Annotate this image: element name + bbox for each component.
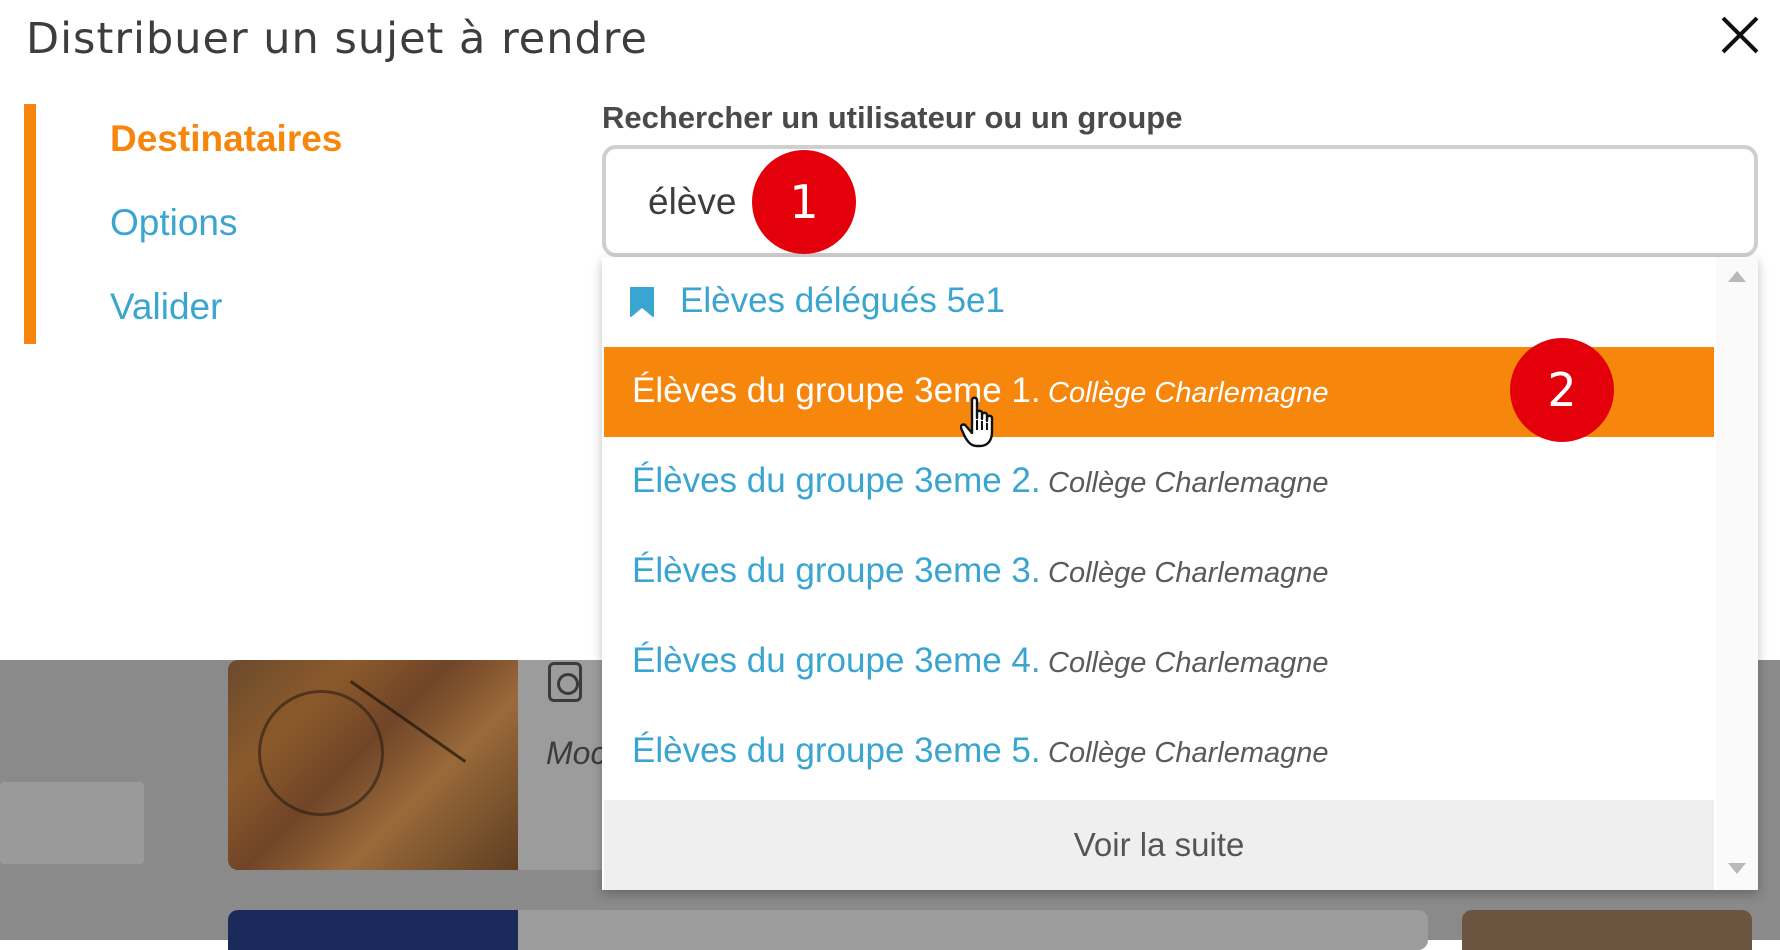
step-destinataires[interactable]: Destinataires: [110, 118, 342, 160]
scroll-down-icon[interactable]: [1728, 863, 1746, 874]
background-card-thumbnail-3: [1462, 910, 1752, 950]
background-card-text: Moc: [546, 735, 607, 771]
result-item-name: Elèves délégués 5e1: [680, 281, 1005, 320]
hand-cursor-icon: [960, 396, 994, 448]
search-input[interactable]: [646, 173, 1250, 231]
scroll-up-icon[interactable]: [1728, 271, 1746, 282]
background-card-thumbnail-2: [228, 910, 518, 950]
result-item-school: Collège Charlemagne: [1048, 467, 1329, 499]
result-item-school: Collège Charlemagne: [1048, 377, 1329, 409]
result-item-group[interactable]: Elèves délégués 5e1: [604, 257, 1714, 347]
background-sidebar-block: [0, 782, 144, 864]
result-item-school: Collège Charlemagne: [1048, 557, 1329, 589]
search-label: Rechercher un utilisateur ou un groupe: [602, 100, 1183, 135]
modal-title: Distribuer un sujet à rendre: [26, 14, 649, 64]
annotation-badge-1: 1: [752, 150, 856, 254]
result-item-name: Élèves du groupe 3eme 5.: [632, 731, 1041, 770]
result-item-name: Élèves du groupe 3eme 3.: [632, 551, 1041, 590]
bookmark-icon: [630, 287, 654, 318]
result-item[interactable]: Élèves du groupe 3eme 3. Collège Charlem…: [604, 527, 1714, 617]
result-item-name: Élèves du groupe 3eme 4.: [632, 641, 1041, 680]
step-valider[interactable]: Valider: [110, 286, 222, 328]
result-item-school: Collège Charlemagne: [1048, 647, 1329, 679]
background-card-thumbnail: [228, 660, 518, 870]
result-item-school: Collège Charlemagne: [1048, 737, 1329, 769]
step-options[interactable]: Options: [110, 202, 238, 244]
result-item[interactable]: Élèves du groupe 3eme 4. Collège Charlem…: [604, 617, 1714, 707]
result-item[interactable]: Élèves du groupe 3eme 2. Collège Charlem…: [604, 437, 1714, 527]
steps-nav: Destinataires Options Valider: [24, 104, 436, 344]
see-more-button[interactable]: Voir la suite: [604, 800, 1714, 890]
close-icon[interactable]: [1716, 10, 1764, 58]
annotation-badge-2: 2: [1510, 338, 1614, 442]
upload-icon: [548, 662, 582, 702]
dropdown-scrollbar[interactable]: [1716, 257, 1758, 890]
result-item-name: Élèves du groupe 3eme 2.: [632, 461, 1041, 500]
result-item[interactable]: Élèves du groupe 3eme 5. Collège Charlem…: [604, 707, 1714, 797]
